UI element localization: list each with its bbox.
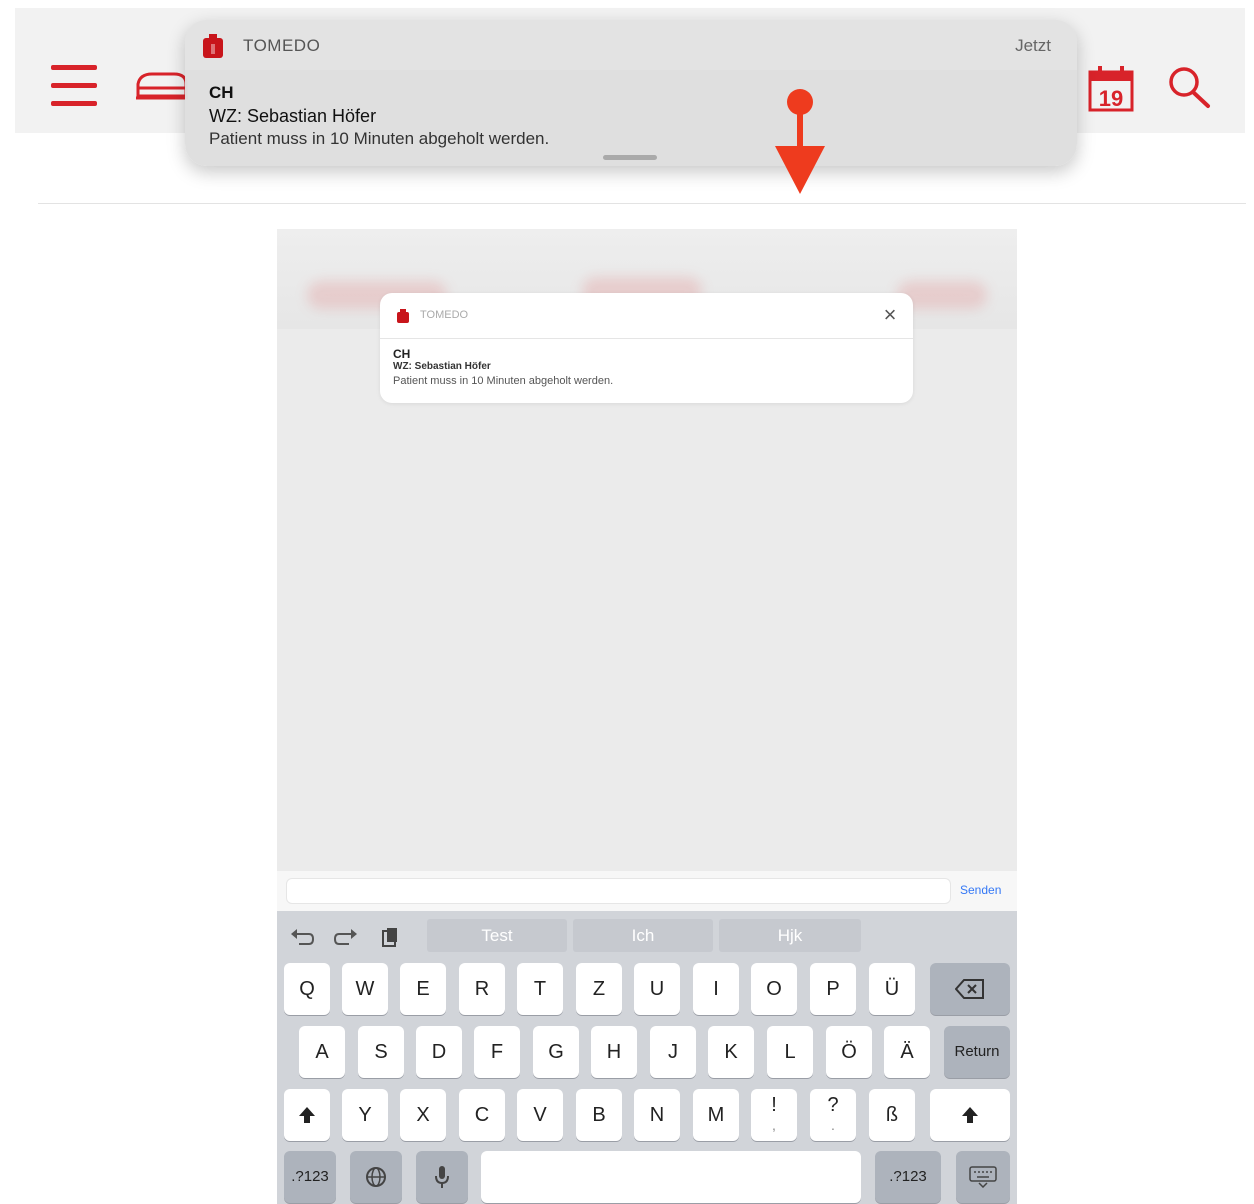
key-exclam: !	[771, 1094, 777, 1116]
key-oe[interactable]: Ö	[826, 1026, 872, 1078]
key-v[interactable]: V	[517, 1089, 563, 1141]
shift-left-key[interactable]	[284, 1089, 330, 1141]
card-app-name: TOMEDO	[420, 309, 469, 321]
calendar-day: 19	[1099, 86, 1123, 111]
microphone-icon	[435, 1166, 449, 1188]
banner-notification[interactable]: TOMEDO Jetzt CH WZ: Sebastian Höfer Pati…	[185, 20, 1077, 166]
key-f[interactable]: F	[474, 1026, 520, 1078]
banner-subtitle: WZ: Sebastian Höfer	[209, 106, 377, 126]
dismiss-keyboard-key[interactable]	[956, 1151, 1010, 1203]
key-q[interactable]: Q	[284, 963, 330, 1015]
globe-key[interactable]	[350, 1151, 402, 1203]
swipe-down-arrow-icon	[775, 89, 825, 194]
key-ue[interactable]: Ü	[869, 963, 915, 1015]
shift-icon	[962, 1107, 978, 1123]
notification-card[interactable]: TOMEDO × CH WZ: Sebastian Höfer Patient …	[380, 293, 913, 403]
key-c[interactable]: C	[459, 1089, 505, 1141]
card-message: Patient muss in 10 Minuten abgeholt werd…	[393, 375, 614, 387]
key-n[interactable]: N	[634, 1089, 680, 1141]
card-title: CH	[393, 347, 411, 361]
keyboard-toolbar: Test Ich Hjk	[277, 911, 1017, 959]
numbers-key-right[interactable]: .?123	[875, 1151, 941, 1203]
banner-message: Patient muss in 10 Minuten abgeholt werd…	[209, 129, 550, 148]
message-input[interactable]	[286, 878, 951, 904]
header-divider	[38, 203, 1246, 204]
compose-bar: Senden	[277, 871, 1017, 911]
suggestion-1[interactable]: Test	[427, 919, 567, 952]
key-d[interactable]: D	[416, 1026, 462, 1078]
key-ae[interactable]: Ä	[884, 1026, 930, 1078]
key-p[interactable]: P	[810, 963, 856, 1015]
key-period: .	[831, 1117, 835, 1133]
key-w[interactable]: W	[342, 963, 388, 1015]
shift-icon	[299, 1107, 315, 1123]
space-key[interactable]	[481, 1151, 861, 1203]
hamburger-menu-icon[interactable]	[51, 65, 97, 107]
key-k[interactable]: K	[708, 1026, 754, 1078]
inner-screenshot: TOMEDO × CH WZ: Sebastian Höfer Patient …	[277, 229, 1017, 1204]
suggestion-3[interactable]: Hjk	[719, 919, 861, 952]
key-z[interactable]: Z	[576, 963, 622, 1015]
key-exclam-comma[interactable]: ! ,	[751, 1089, 797, 1141]
key-b[interactable]: B	[576, 1089, 622, 1141]
close-icon[interactable]: ×	[879, 304, 901, 326]
globe-icon	[366, 1167, 386, 1187]
card-subtitle: WZ: Sebastian Höfer	[393, 361, 491, 372]
key-a[interactable]: A	[299, 1026, 345, 1078]
key-h[interactable]: H	[591, 1026, 637, 1078]
banner-title: CH	[209, 83, 234, 102]
key-r[interactable]: R	[459, 963, 505, 1015]
key-j[interactable]: J	[650, 1026, 696, 1078]
key-u[interactable]: U	[634, 963, 680, 1015]
backspace-icon	[954, 979, 984, 999]
redo-icon[interactable]	[333, 926, 359, 948]
tomedo-app-icon	[397, 309, 409, 323]
numbers-key-left[interactable]: .?123	[284, 1151, 336, 1203]
microphone-key[interactable]	[416, 1151, 468, 1203]
search-icon[interactable]	[1166, 64, 1212, 110]
key-i[interactable]: I	[693, 963, 739, 1015]
key-question-period[interactable]: ? .	[810, 1089, 856, 1141]
key-s[interactable]: S	[358, 1026, 404, 1078]
key-m[interactable]: M	[693, 1089, 739, 1141]
key-l[interactable]: L	[767, 1026, 813, 1078]
banner-time: Jetzt	[1015, 36, 1051, 55]
key-e[interactable]: E	[400, 963, 446, 1015]
backspace-key[interactable]	[930, 963, 1010, 1015]
key-comma: ,	[772, 1117, 776, 1133]
key-t[interactable]: T	[517, 963, 563, 1015]
key-eszett[interactable]: ß	[869, 1089, 915, 1141]
key-x[interactable]: X	[400, 1089, 446, 1141]
bed-icon[interactable]	[134, 66, 190, 106]
clipboard-icon[interactable]	[377, 926, 403, 948]
send-button[interactable]: Senden	[960, 883, 1001, 897]
keyboard-dismiss-icon	[969, 1166, 997, 1189]
key-g[interactable]: G	[533, 1026, 579, 1078]
tomedo-app-icon	[203, 34, 223, 58]
key-o[interactable]: O	[751, 963, 797, 1015]
undo-icon[interactable]	[289, 926, 315, 948]
key-question: ?	[827, 1094, 839, 1116]
banner-app-name: TOMEDO	[243, 36, 321, 55]
keyboard: Test Ich Hjk Q W E R T Z U I O P Ü A S D…	[277, 911, 1017, 1204]
calendar-icon[interactable]: 19	[1088, 64, 1134, 112]
suggestion-2[interactable]: Ich	[573, 919, 713, 952]
key-y[interactable]: Y	[342, 1089, 388, 1141]
return-key[interactable]: Return	[944, 1026, 1010, 1078]
shift-right-key[interactable]	[930, 1089, 1010, 1141]
banner-grabber[interactable]	[603, 155, 657, 160]
